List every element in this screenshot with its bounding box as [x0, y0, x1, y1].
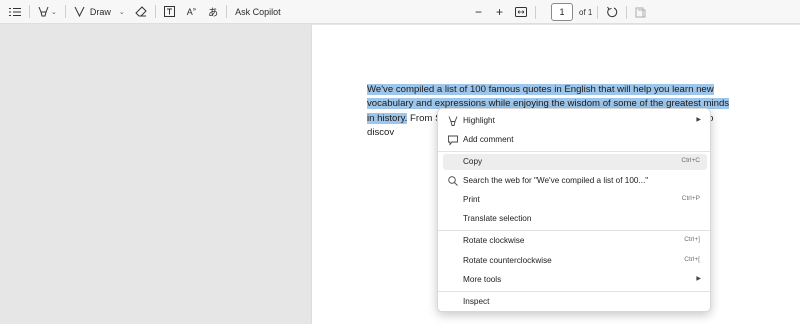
add-text-button[interactable] [161, 2, 178, 22]
two-page-view-button[interactable] [632, 2, 649, 22]
chevron-right-icon: ▶ [696, 117, 701, 123]
menu-item-rotate-counterclockwise[interactable]: Rotate counterclockwise Ctrl+[ [443, 253, 707, 269]
menu-item-search-web[interactable]: Search the web for "We've compiled a lis… [443, 173, 707, 189]
zoom-in-button[interactable]: + [493, 2, 506, 22]
search-icon [448, 176, 458, 186]
menu-item-label: Print [463, 195, 480, 204]
context-menu: Highlight ▶ Add comment Copy Ctrl+C Sear… [437, 108, 711, 312]
chevron-down-icon: ⌄ [51, 8, 57, 16]
contents-icon[interactable] [6, 2, 24, 22]
menu-item-print[interactable]: Print Ctrl+P [443, 192, 707, 208]
ask-copilot-label: Ask Copilot [235, 6, 281, 17]
read-aloud-button[interactable]: A» [184, 2, 199, 22]
shortcut-label: Ctrl+P [681, 195, 700, 202]
chevron-right-icon: ▶ [696, 276, 701, 282]
translate-icon: あ [208, 8, 219, 19]
eraser-button[interactable] [132, 2, 150, 22]
menu-item-copy[interactable]: Copy Ctrl+C [443, 154, 707, 170]
plus-icon: + [496, 5, 504, 19]
zoom-out-button[interactable]: − [472, 2, 485, 22]
comment-icon [448, 135, 458, 146]
minus-icon: − [475, 5, 483, 19]
toolbar-divider [597, 5, 599, 19]
menu-item-label: Rotate counterclockwise [463, 256, 552, 265]
menu-item-label: Inspect [463, 297, 490, 306]
menu-item-label: Translate selection [463, 214, 532, 223]
menu-item-label: More tools [463, 275, 502, 284]
menu-divider [438, 291, 710, 292]
menu-item-highlight[interactable]: Highlight ▶ [443, 113, 707, 129]
fit-page-button[interactable] [512, 2, 530, 22]
toolbar-divider [29, 5, 30, 18]
toolbar-divider [154, 5, 156, 18]
menu-item-label: Add comment [463, 135, 514, 144]
eraser-icon [135, 6, 147, 17]
menu-item-label: Copy [463, 157, 483, 166]
shortcut-label: Ctrl+C [681, 157, 700, 164]
chevron-down-icon: ⌄ [118, 8, 125, 16]
fit-page-icon [515, 7, 528, 17]
shortcut-label: Ctrl+[ [684, 256, 700, 263]
toolbar-divider [626, 5, 628, 19]
pen-icon [74, 6, 85, 17]
highlighter-icon [448, 116, 458, 126]
menu-item-inspect[interactable]: Inspect [443, 294, 707, 310]
menu-item-label: Highlight [463, 116, 495, 125]
pdf-toolbar: ⌄ Draw ⌄ A» あ Ask Copilot − + 1 of 1 [0, 0, 800, 24]
menu-item-label: Search the web for "We've compiled a lis… [463, 176, 649, 185]
rotate-icon [607, 6, 618, 18]
page-number-input[interactable]: 1 [551, 3, 574, 21]
ask-copilot-button[interactable]: Ask Copilot [232, 2, 284, 22]
page-view-icon [635, 7, 646, 17]
toolbar-divider [226, 5, 228, 18]
menu-item-rotate-clockwise[interactable]: Rotate clockwise Ctrl+] [443, 233, 707, 249]
rotate-button[interactable] [603, 2, 621, 22]
highlight-tool-button[interactable]: ⌄ [35, 2, 60, 22]
draw-button[interactable]: Draw ⌄ [71, 2, 128, 22]
draw-label: Draw [89, 6, 111, 17]
page-count: of 1 [579, 7, 593, 17]
text-box-icon [163, 6, 175, 17]
menu-item-label: Rotate clockwise [463, 236, 525, 245]
toolbar-divider [64, 5, 66, 18]
translate-button[interactable]: あ [205, 2, 221, 22]
menu-item-translate-selection[interactable]: Translate selection [443, 211, 707, 227]
menu-item-more-tools[interactable]: More tools ▶ [443, 272, 707, 288]
viewer-background [0, 25, 311, 324]
read-aloud-icon: A» [186, 6, 197, 17]
highlighter-icon [38, 6, 49, 16]
toolbar-divider [535, 5, 537, 19]
menu-divider [438, 230, 710, 231]
page-controls: − + 1 of 1 [472, 2, 649, 22]
shortcut-label: Ctrl+] [684, 236, 700, 243]
menu-item-add-comment[interactable]: Add comment [443, 132, 707, 148]
menu-divider [438, 151, 710, 152]
